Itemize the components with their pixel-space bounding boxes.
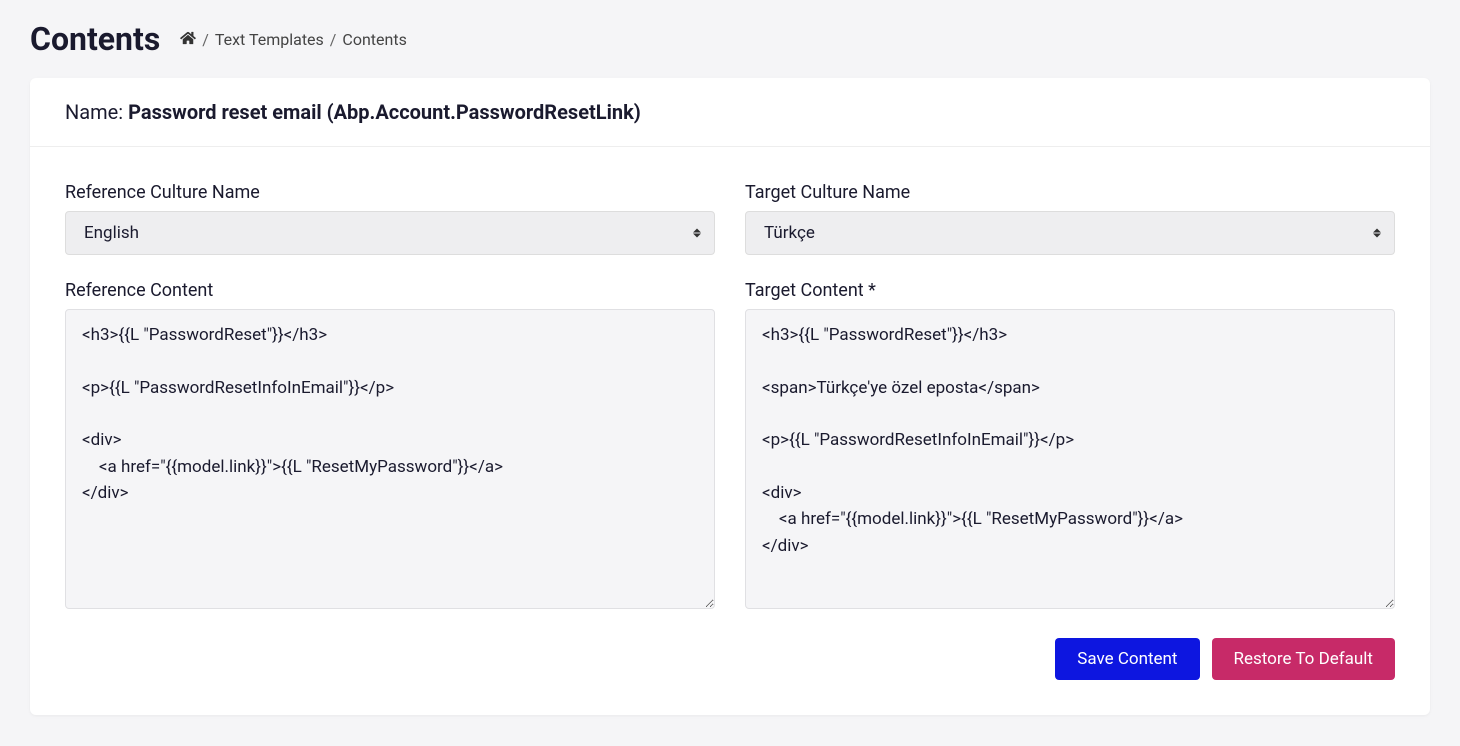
reference-content-label: Reference Content [65,280,715,301]
reference-culture-select[interactable]: English [65,211,715,255]
card-header: Name: Password reset email (Abp.Account.… [30,78,1430,147]
target-culture-select-wrapper: Türkçe [745,211,1395,255]
breadcrumb-separator: / [330,30,337,49]
content-row: Reference Content Target Content * [65,280,1395,613]
template-name-row: Name: Password reset email (Abp.Account.… [65,100,1395,124]
page-title: Contents [30,20,160,58]
target-culture-col: Target Culture Name Türkçe [745,182,1395,255]
target-content-col: Target Content * [745,280,1395,613]
name-label: Name: [65,100,123,124]
save-content-button[interactable]: Save Content [1055,638,1199,680]
target-culture-label: Target Culture Name [745,182,1395,203]
breadcrumb-item-contents: Contents [342,30,406,49]
reference-culture-label: Reference Culture Name [65,182,715,203]
name-value: Password reset email (Abp.Account.Passwo… [128,100,641,124]
home-icon[interactable] [180,30,196,49]
card-body: Reference Culture Name English Target Cu… [30,147,1430,715]
content-card: Name: Password reset email (Abp.Account.… [30,78,1430,715]
reference-culture-col: Reference Culture Name English [65,182,715,255]
page-header: Contents / Text Templates / Contents [30,20,1430,58]
breadcrumb-item-text-templates[interactable]: Text Templates [215,30,324,49]
reference-content-col: Reference Content [65,280,715,613]
target-culture-select[interactable]: Türkçe [745,211,1395,255]
button-row: Save Content Restore To Default [65,638,1395,680]
breadcrumb-separator: / [202,30,209,49]
reference-content-textarea[interactable] [65,309,715,609]
target-content-textarea[interactable] [745,309,1395,609]
culture-row: Reference Culture Name English Target Cu… [65,182,1395,255]
restore-default-button[interactable]: Restore To Default [1212,638,1396,680]
target-content-label: Target Content * [745,280,1395,301]
reference-culture-select-wrapper: English [65,211,715,255]
breadcrumb: / Text Templates / Contents [180,30,407,49]
